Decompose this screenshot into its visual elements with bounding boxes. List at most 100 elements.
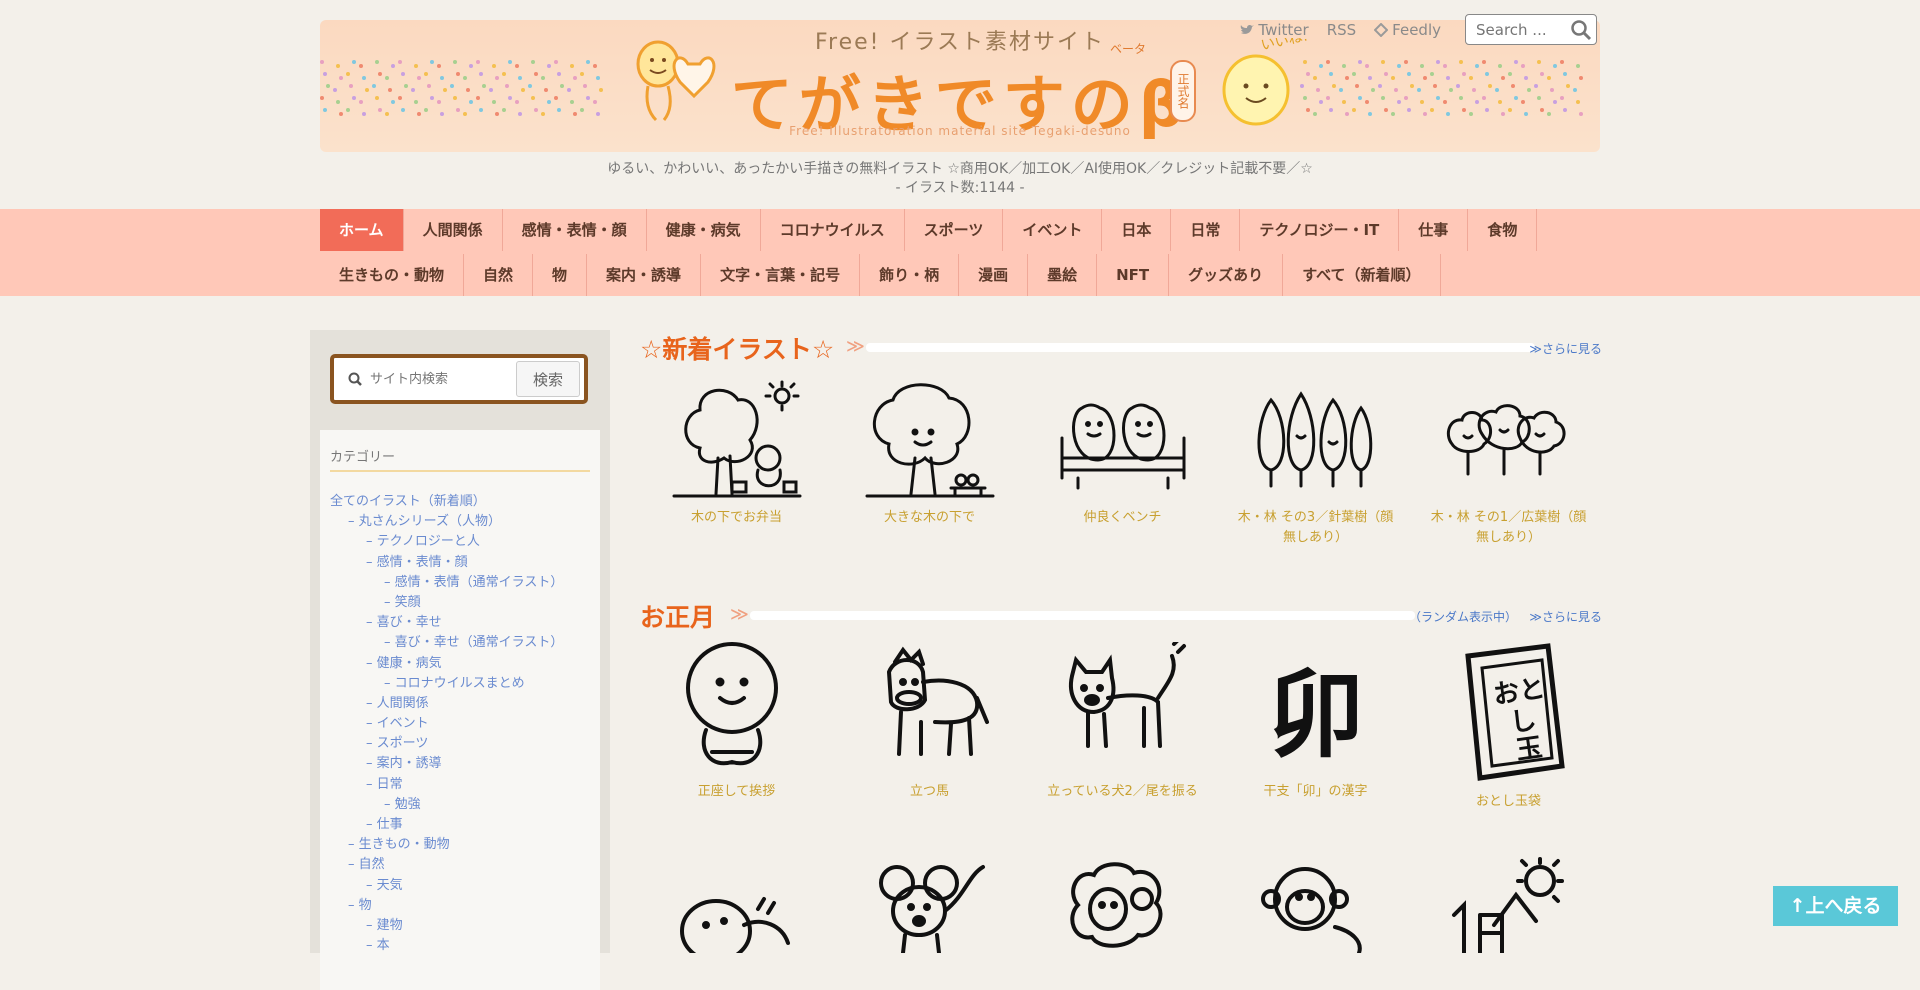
nav-item[interactable]: すべて（新着順） (1283, 254, 1441, 296)
illustration-broadleaf-trees (1446, 404, 1565, 476)
search-icon[interactable] (1570, 19, 1592, 41)
category-link[interactable]: – 丸さんシリーズ（人物） (330, 512, 563, 532)
back-to-top-button[interactable]: ↑上へ戻る (1773, 886, 1898, 926)
illustration-card[interactable] (1412, 855, 1605, 953)
illustration-caption[interactable]: 正座して挨拶 (640, 782, 833, 802)
category-link[interactable]: – 本 (330, 936, 563, 956)
category-link[interactable]: – イベント (330, 714, 563, 734)
illustration-card[interactable] (833, 855, 1026, 953)
illustration-caption[interactable]: 木の下でお弁当 (640, 508, 833, 528)
rss-link[interactable]: RSS (1327, 21, 1356, 39)
nav-item[interactable]: 日常 (1171, 209, 1241, 251)
see-more-link[interactable]: ≫さらに見る (1529, 608, 1602, 625)
category-link[interactable]: – 勉強 (330, 795, 563, 815)
nav-item[interactable]: イベント (1003, 209, 1103, 251)
category-link[interactable]: – コロナウイルスまとめ (330, 674, 563, 694)
feedly-link[interactable]: Feedly (1374, 21, 1441, 39)
nav-item[interactable]: 自然 (464, 254, 534, 296)
nav-item[interactable]: コロナウイルス (761, 209, 905, 251)
illustration-caption[interactable]: 干支「卯」の漢字 (1219, 782, 1412, 802)
category-link[interactable]: – テクノロジーと人 (330, 532, 563, 552)
sidebar: 検索 カテゴリー 全てのイラスト（新着順）– 丸さんシリーズ（人物）– テクノロ… (310, 330, 610, 990)
illustration-caption[interactable]: おとし玉袋 (1412, 792, 1605, 812)
illustration-under-big-tree (865, 383, 994, 498)
see-more-link[interactable]: ≫さらに見る (1529, 340, 1602, 357)
nav-item[interactable]: グッズあり (1169, 254, 1284, 296)
illustration-card[interactable]: おと し 玉 おとし玉袋 (1412, 642, 1605, 812)
category-link[interactable]: – 案内・誘導 (330, 754, 563, 774)
official-name-tag: 正式名 (1170, 60, 1196, 122)
sidebar-search-form[interactable]: 検索 (330, 354, 588, 404)
nav-item[interactable]: 日本 (1102, 209, 1172, 251)
illustration-caption[interactable]: 木・林 その3／針葉樹（顔無しあり） (1219, 508, 1412, 548)
header-search-input[interactable] (1474, 19, 1570, 40)
random-display-note: （ランダム表示中） (1408, 610, 1517, 624)
illustration-caption[interactable]: 立っている犬2／尾を振る (1026, 782, 1219, 802)
nav-item[interactable]: 案内・誘導 (587, 254, 702, 296)
illustration-card[interactable]: 木の下でお弁当 (640, 378, 833, 548)
illustration-card[interactable]: 立つ馬 (833, 642, 1026, 812)
nav-item[interactable]: 物 (533, 254, 588, 296)
illustration-caption[interactable]: 立つ馬 (833, 782, 1026, 802)
category-link[interactable]: – 建物 (330, 916, 563, 936)
illustration-card[interactable] (1026, 855, 1219, 953)
nav-item[interactable]: 感情・表情・顔 (503, 209, 647, 251)
sidebar-search-button[interactable]: 検索 (516, 361, 580, 397)
category-link[interactable]: – 生きもの・動物 (330, 835, 563, 855)
illustration-card[interactable] (1219, 855, 1412, 953)
illustration-lying-person (679, 897, 790, 953)
category-link[interactable]: – 自然 (330, 855, 563, 875)
nav-item[interactable]: スポーツ (905, 209, 1004, 251)
category-link[interactable]: – 物 (330, 896, 563, 916)
nav-item[interactable]: ホーム (320, 209, 404, 251)
illustration-conifer-trees (1257, 391, 1372, 488)
category-link[interactable]: – 感情・表情・顔 (330, 553, 563, 573)
nav-item[interactable]: NFT (1097, 254, 1170, 296)
illustration-grid-newyear-row2 (640, 855, 1605, 953)
illustration-card[interactable]: 仲良くベンチ (1026, 378, 1219, 548)
twitter-link[interactable]: Twitter (1240, 21, 1309, 39)
rss-label: RSS (1326, 20, 1357, 39)
nav-item[interactable]: 漫画 (959, 254, 1029, 296)
nav-item[interactable]: 仕事 (1399, 209, 1469, 251)
illustration-caption[interactable]: 大きな木の下で (833, 508, 1026, 528)
category-link[interactable]: – 天気 (330, 876, 563, 896)
category-link[interactable]: – スポーツ (330, 734, 563, 754)
nav-item[interactable]: テクノロジー・IT (1240, 209, 1400, 251)
illustration-card[interactable]: 正座して挨拶 (640, 642, 833, 812)
nav-item[interactable]: 文字・言葉・記号 (701, 254, 861, 296)
category-divider (330, 470, 590, 472)
sidebar-search-input[interactable] (368, 370, 512, 388)
category-link[interactable]: – 喜び・幸せ（通常イラスト） (330, 633, 563, 653)
section-title: ☆新着イラスト☆ (640, 335, 835, 364)
category-link[interactable]: – 笑顔 (330, 593, 563, 613)
category-link[interactable]: 全てのイラスト（新着順） (330, 492, 563, 512)
nav-item[interactable]: 健康・病気 (647, 209, 761, 251)
illustration-lunch-under-tree (672, 380, 801, 498)
category-link[interactable]: – 人間関係 (330, 694, 563, 714)
category-link[interactable]: – 感情・表情（通常イラスト） (330, 573, 563, 593)
nav-item[interactable]: 食物 (1468, 209, 1538, 251)
category-link[interactable]: – 仕事 (330, 815, 563, 835)
illustration-card[interactable]: 大きな木の下で (833, 378, 1026, 548)
svg-text:玉: 玉 (1514, 733, 1544, 766)
nav-item[interactable]: 墨絵 (1028, 254, 1098, 296)
category-title: カテゴリー (330, 450, 396, 465)
illustration-card[interactable]: 立っている犬2／尾を振る (1026, 642, 1219, 812)
nav-item[interactable]: 飾り・柄 (860, 254, 960, 296)
nav-item[interactable]: 人間関係 (404, 209, 503, 251)
illustration-caption[interactable]: 木・林 その1／広葉樹（顔無しあり） (1412, 508, 1605, 548)
illustration-card[interactable]: 木・林 その1／広葉樹（顔無しあり） (1412, 378, 1605, 548)
illustration-caption[interactable]: 仲良くベンチ (1026, 508, 1219, 528)
illustration-card[interactable]: 卯 干支「卯」の漢字 (1219, 642, 1412, 812)
illustration-card[interactable]: 木・林 その3／針葉樹（顔無しあり） (1219, 378, 1412, 548)
category-link[interactable]: – 健康・病気 (330, 654, 563, 674)
section-header-newyear: お正月 ≫ （ランダム表示中） ≫さらに見る (640, 598, 1605, 634)
header-search-box[interactable] (1465, 14, 1597, 45)
illustration-card[interactable] (640, 855, 833, 953)
section-title-bar (866, 343, 1535, 352)
category-link[interactable]: – 日常 (330, 775, 563, 795)
nav-item[interactable]: 生きもの・動物 (320, 254, 465, 296)
site-subtitle-english: Free! Illustratoration material site Teg… (789, 124, 1131, 138)
category-link[interactable]: – 喜び・幸せ (330, 613, 563, 633)
